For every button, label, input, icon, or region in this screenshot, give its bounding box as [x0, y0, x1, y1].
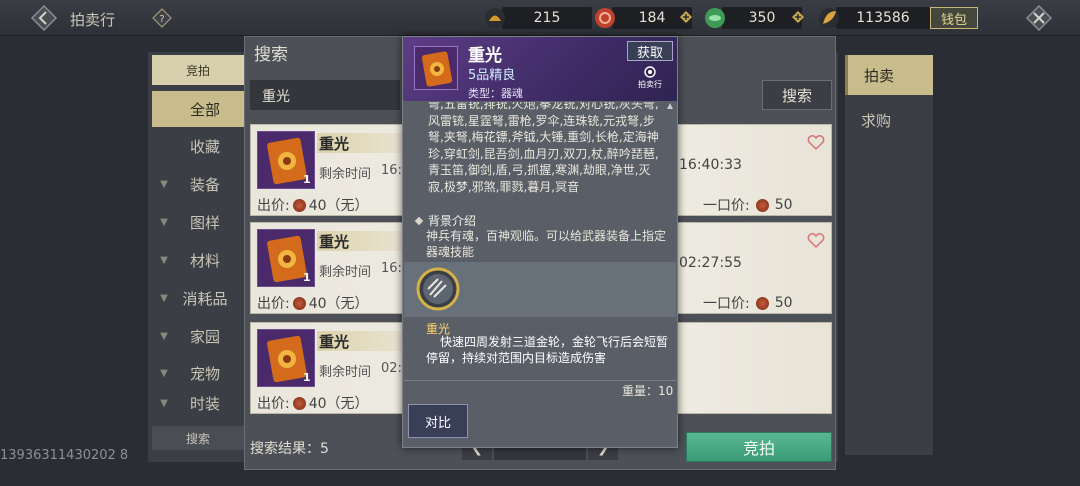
top-bar: 拍卖行 ? 215 184 350 113586 钱包: [0, 0, 1080, 36]
chevron-down-icon: ▼: [160, 178, 168, 190]
category-favorites[interactable]: 收藏: [152, 128, 244, 164]
back-icon[interactable]: [30, 4, 58, 32]
page-title: 拍卖行: [70, 11, 116, 29]
auction-house-label: 拍卖行: [638, 80, 662, 89]
category-consumables[interactable]: ▼ 消耗品: [152, 280, 244, 316]
compatible-weapons-text: 弩,五雷铳,排铳,火炮,拳龙铳,对心铳,灰头弩,风雷铳,星霆弩,雷枪,罗伞,连珠…: [428, 102, 659, 194]
chevron-down-icon: ▼: [160, 367, 168, 379]
search-input[interactable]: 重光: [250, 80, 400, 110]
chevron-down-icon: ▼: [160, 216, 168, 228]
remaining-time-label: 剩余时间: [319, 265, 372, 280]
tooltip-item-name: 重光: [468, 46, 502, 66]
bid-price: 出价: 40（无）: [257, 198, 369, 214]
buyout-price: 一口价: 50: [703, 295, 793, 312]
coin-icon: [292, 296, 306, 310]
coin-icon: [755, 198, 769, 212]
search-button[interactable]: 搜索: [762, 80, 832, 110]
category-materials[interactable]: ▼ 材料: [152, 242, 244, 278]
plus-icon[interactable]: [792, 11, 804, 23]
gold-leaf-icon: [819, 8, 839, 28]
close-icon[interactable]: [1025, 4, 1053, 32]
favorite-heart-icon[interactable]: [807, 231, 825, 249]
skill-description: 快速四周发射三道金轮，金轮飞行后会短暂停留，持续对范围内目标造成伤害: [426, 335, 669, 365]
player-id: 13936311430202 8: [0, 448, 129, 463]
chevron-down-icon: ▼: [160, 330, 168, 342]
auction-house-icon[interactable]: [641, 66, 659, 80]
compare-button[interactable]: 对比: [408, 404, 468, 438]
resource-jade: 350: [704, 6, 802, 30]
chevron-down-icon: ▼: [160, 292, 168, 304]
plus-icon[interactable]: [680, 11, 692, 23]
diamond-bullet-icon: [414, 216, 424, 225]
coin-icon: [292, 396, 306, 410]
wallet-button[interactable]: 钱包: [930, 7, 978, 29]
item-quantity: 1: [303, 271, 311, 284]
chevron-down-icon: ▼: [160, 397, 168, 409]
sidebar-search-button[interactable]: 搜索: [152, 426, 244, 450]
gold-ingot-icon: [485, 8, 505, 28]
category-patterns[interactable]: ▼ 图样: [152, 204, 244, 240]
svg-text:?: ?: [159, 14, 164, 25]
tooltip-item-type: 类型：器魂: [468, 87, 523, 100]
scroll-item-icon: [421, 51, 453, 87]
category-fashion[interactable]: ▼ 时装: [152, 392, 244, 414]
resource-red-coin: 184: [594, 6, 692, 30]
help-icon[interactable]: ?: [152, 8, 172, 28]
category-all[interactable]: 全部: [152, 91, 244, 127]
favorite-heart-icon[interactable]: [807, 133, 825, 151]
coin-icon: [755, 296, 769, 310]
tab-bidding[interactable]: 竞拍: [152, 55, 244, 85]
search-results-count: 搜索结果：5: [250, 441, 329, 457]
background-description: 神兵有魂，百神观临。可以给武器装备上指定器魂技能: [426, 229, 667, 259]
background-section-title: 背景介绍: [414, 212, 476, 229]
jade-icon: [705, 8, 725, 28]
tab-purchase-request[interactable]: 求购: [845, 100, 933, 140]
scroll-up-icon[interactable]: [667, 103, 673, 109]
item-weight: 重量：10: [622, 384, 674, 398]
end-time: 02:27:55: [679, 255, 742, 271]
remaining-time-label: 剩余时间: [319, 365, 372, 380]
category-equipment[interactable]: ▼ 装备: [152, 166, 244, 202]
bid-price: 出价: 40（无）: [257, 396, 369, 412]
item-quantity: 1: [303, 371, 311, 384]
bid-button[interactable]: 竞拍: [686, 432, 832, 462]
item-quantity: 1: [303, 173, 311, 186]
tooltip-item-grade: 5品精良: [468, 68, 516, 83]
category-pets[interactable]: ▼ 宠物: [152, 355, 244, 391]
divider: [404, 380, 676, 381]
item-name: 重光: [319, 135, 350, 153]
red-coin-icon: [595, 8, 615, 28]
end-time: 16:40:33: [679, 157, 742, 173]
get-source-button[interactable]: 获取: [627, 41, 673, 61]
tab-auction[interactable]: 拍卖: [845, 55, 933, 95]
golden-wheel-skill-icon: [416, 267, 460, 311]
resource-gold-ingot: 215: [484, 6, 592, 30]
item-name: 重光: [319, 333, 350, 351]
remaining-time-label: 剩余时间: [319, 167, 372, 182]
item-name: 重光: [319, 233, 350, 251]
tooltip-item-icon: [414, 46, 458, 90]
bid-price: 出价: 40（无）: [257, 296, 369, 312]
coin-icon: [292, 198, 306, 212]
category-home[interactable]: ▼ 家园: [152, 318, 244, 354]
resource-gold-leaf: 113586: [818, 6, 930, 30]
chevron-down-icon: ▼: [160, 254, 168, 266]
buyout-price: 一口价: 50: [703, 197, 793, 214]
dialog-title: 搜索: [254, 45, 288, 65]
